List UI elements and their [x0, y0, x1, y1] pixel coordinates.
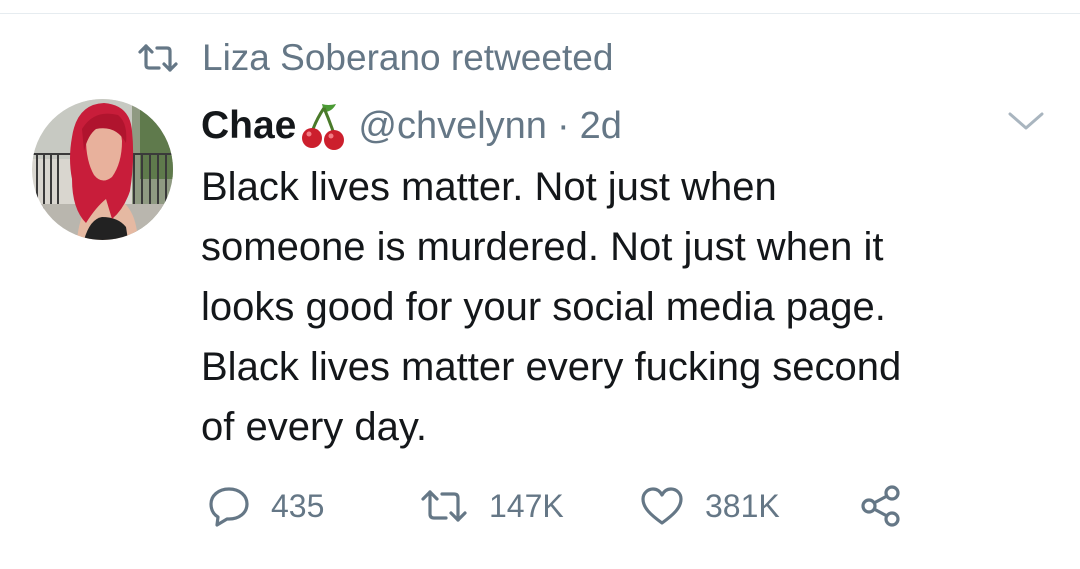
retweet-count: 147K — [489, 487, 564, 524]
like-count: 381K — [705, 487, 780, 524]
retweet-label: Liza Soberano retweeted — [202, 37, 614, 78]
display-name[interactable]: Chae — [201, 104, 296, 148]
user-handle[interactable]: @chvelynn — [358, 105, 547, 148]
reply-icon — [207, 485, 251, 527]
cherries-icon — [300, 100, 346, 152]
tweet-text-line: Black lives matter every fucking second — [201, 345, 902, 389]
avatar[interactable] — [32, 99, 173, 240]
timestamp[interactable]: 2d — [580, 105, 622, 148]
top-divider — [0, 13, 1080, 14]
reply-button[interactable]: 435 — [207, 484, 324, 528]
retweet-icon — [137, 43, 179, 73]
reply-count: 435 — [271, 487, 325, 524]
retweet-icon — [419, 488, 469, 524]
tweet-actions: 435 147K 381K — [207, 484, 927, 528]
share-icon — [859, 484, 903, 528]
chevron-down-icon[interactable] — [1006, 108, 1046, 134]
heart-icon — [639, 485, 685, 527]
tweet-header: Chae @chvelynn · 2d — [201, 98, 622, 154]
retweet-button[interactable]: 147K — [419, 484, 564, 528]
separator-dot: · — [556, 104, 570, 147]
retweet-banner[interactable]: Liza Soberano retweeted — [137, 36, 613, 80]
tweet-text-line: someone is murdered. Not just when it — [201, 225, 884, 269]
tweet-text-line: looks good for your social media page. — [201, 285, 886, 329]
like-button[interactable]: 381K — [639, 484, 780, 528]
tweet-text: Black lives matter. Not just when someon… — [201, 157, 1031, 457]
tweet-text-line: Black lives matter. Not just when — [201, 165, 777, 209]
share-button[interactable] — [859, 484, 903, 528]
tweet-text-line: of every day. — [201, 405, 428, 449]
